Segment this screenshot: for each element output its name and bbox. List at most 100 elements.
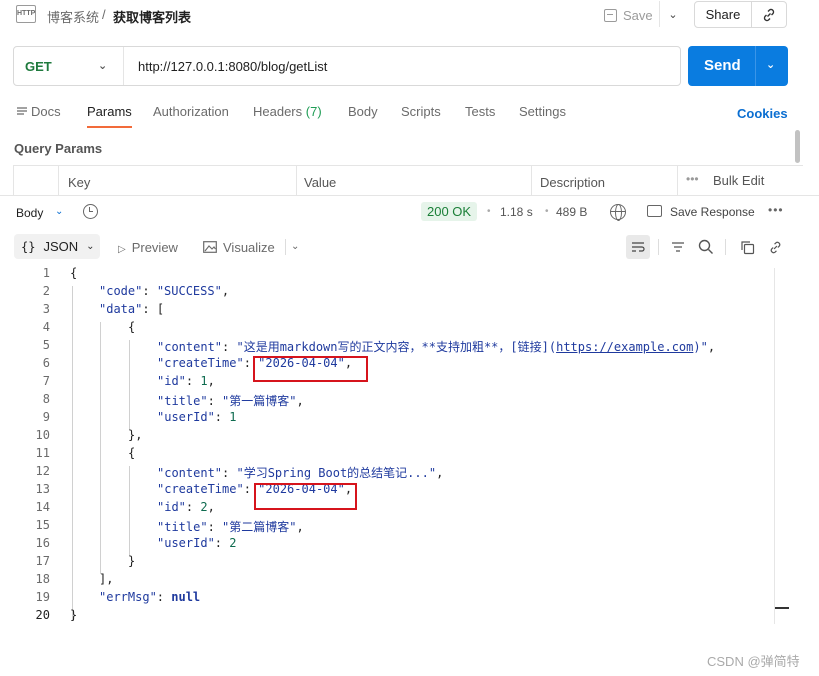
code-line: 18],: [35, 572, 114, 586]
url-link[interactable]: https://example.com: [556, 340, 693, 354]
save-icon: [604, 8, 617, 22]
more-options-icon[interactable]: •••: [686, 172, 699, 186]
code-line: 7 "id": 1,: [42, 374, 215, 388]
braces-icon: {}: [21, 239, 36, 254]
column-header-key: Key: [68, 175, 91, 190]
response-time[interactable]: 1.18 s: [500, 205, 533, 219]
response-bar: Body ⌄ 200 OK • 1.18 s • 489 B Save Resp…: [0, 195, 819, 227]
image-icon: [203, 241, 217, 253]
code-line: 3 "data": [: [42, 302, 165, 316]
save-response-button[interactable]: Save Response: [670, 205, 755, 219]
save-dropdown-button[interactable]: ⌄: [659, 1, 686, 27]
toolbar-divider: [725, 239, 726, 255]
tab-scripts[interactable]: Scripts: [401, 104, 441, 119]
table-divider: [677, 166, 678, 196]
url-input[interactable]: http://127.0.0.1:8080/blog/getList: [138, 59, 327, 74]
save-button[interactable]: Save: [604, 5, 656, 25]
http-request-icon: HTTP: [16, 5, 36, 23]
request-tabs: Docs Params Authorization Headers (7) Bo…: [16, 104, 806, 128]
code-line: 8 "title": "第一篇博客",: [42, 392, 304, 408]
active-tab-underline: [87, 126, 132, 128]
wrap-lines-button[interactable]: [626, 235, 650, 259]
docs-icon: [17, 107, 27, 115]
separator-dot: •: [487, 206, 491, 217]
code-line: 15 "title": "第二篇博客",: [35, 518, 304, 534]
code-line: 14 "id": 2,: [35, 500, 215, 514]
tab-params[interactable]: Params: [87, 104, 132, 128]
search-icon[interactable]: [697, 238, 715, 256]
response-size[interactable]: 489 B: [556, 205, 587, 219]
tab-headers[interactable]: Headers (7): [253, 104, 322, 119]
send-button[interactable]: Send ⌄: [688, 46, 788, 86]
code-line: 4{: [42, 320, 136, 334]
tab-settings[interactable]: Settings: [519, 104, 566, 119]
wrap-icon: [632, 242, 645, 252]
code-line: 6 "createTime": "2026-04-04",: [42, 356, 353, 370]
preview-button[interactable]: ▷ Preview: [118, 240, 178, 255]
code-line: 5 "content": "这是用markdown写的正文内容，**支持加粗**，…: [42, 338, 716, 354]
toolbar-divider: [658, 239, 659, 255]
copy-link-button[interactable]: [752, 1, 787, 28]
tab-authorization[interactable]: Authorization: [153, 104, 229, 119]
top-bar: HTTP 博客系统 / 获取博客列表 Save ⌄ Share: [0, 0, 819, 30]
code-line: 2 "code": "SUCCESS",: [42, 284, 230, 298]
send-divider: [755, 46, 756, 86]
save-response-icon: [647, 205, 662, 217]
send-label: Send: [704, 57, 741, 74]
share-button[interactable]: Share: [694, 1, 752, 28]
code-line: 16 "userId": 2: [35, 536, 237, 550]
code-line: 12 "content": "学习Spring Boot的总结笔记...",: [35, 464, 444, 480]
separator-dot: •: [545, 206, 549, 217]
highlight-box: [254, 483, 357, 510]
chevron-down-icon: ⌄: [98, 60, 108, 72]
table-divider: [296, 166, 297, 196]
chevron-down-icon[interactable]: ⌄: [55, 206, 63, 217]
query-params-table: Key Value Description ••• Bulk Edit: [13, 165, 803, 196]
chevron-down-icon: ⌄: [86, 241, 95, 252]
link-icon[interactable]: [766, 238, 784, 256]
table-divider: [58, 166, 59, 196]
editor-scroll-marker: [775, 607, 789, 609]
code-line: 11{: [35, 446, 136, 460]
status-badge[interactable]: 200 OK: [421, 202, 478, 221]
headers-count: (7): [305, 104, 322, 119]
chevron-down-icon: ⌄: [668, 8, 678, 21]
table-divider: [531, 166, 532, 196]
play-icon: ▷: [118, 244, 126, 255]
visualize-button[interactable]: Visualize: [203, 240, 275, 255]
globe-icon[interactable]: [610, 204, 626, 221]
bulk-edit-button[interactable]: Bulk Edit: [713, 173, 764, 188]
save-label: Save: [623, 7, 653, 23]
breadcrumb-separator: /: [102, 7, 106, 22]
format-select[interactable]: {} JSON ⌄: [14, 234, 100, 259]
method-label: GET: [25, 58, 52, 74]
watermark: CSDN @弹简特: [707, 654, 800, 669]
response-toolbar: {} JSON ⌄ ▷ Preview Visualize ⌄: [0, 233, 819, 261]
request-scrollbar[interactable]: [795, 130, 800, 163]
toolbar-divider: [285, 239, 286, 255]
link-icon: [763, 8, 775, 21]
highlight-box: [253, 356, 368, 382]
tab-docs[interactable]: Docs: [16, 104, 61, 119]
more-options-icon[interactable]: •••: [768, 203, 784, 217]
tab-body[interactable]: Body: [348, 104, 378, 119]
method-select[interactable]: GET ⌄: [14, 47, 124, 85]
breadcrumb-collection[interactable]: 博客系统: [47, 7, 99, 26]
editor-scrollbar[interactable]: [774, 268, 775, 624]
response-body-select[interactable]: Body: [16, 206, 43, 220]
request-title[interactable]: 获取博客列表: [113, 7, 191, 26]
format-label: JSON: [43, 239, 79, 254]
code-line: 20}: [35, 608, 78, 622]
query-params-title: Query Params: [14, 141, 103, 156]
send-options-chevron-icon[interactable]: ⌄: [766, 58, 775, 71]
filter-icon[interactable]: [669, 238, 687, 256]
chevron-down-icon[interactable]: ⌄: [291, 241, 299, 252]
code-line: 9 "userId": 1: [42, 410, 237, 424]
tab-tests[interactable]: Tests: [465, 104, 495, 119]
code-line: 1{: [42, 266, 78, 280]
copy-icon[interactable]: [738, 238, 756, 256]
column-header-description: Description: [540, 175, 606, 190]
cookies-link[interactable]: Cookies: [737, 106, 788, 121]
history-icon[interactable]: [83, 204, 98, 219]
code-line: 13 "createTime": "2026-04-04",: [35, 482, 353, 496]
